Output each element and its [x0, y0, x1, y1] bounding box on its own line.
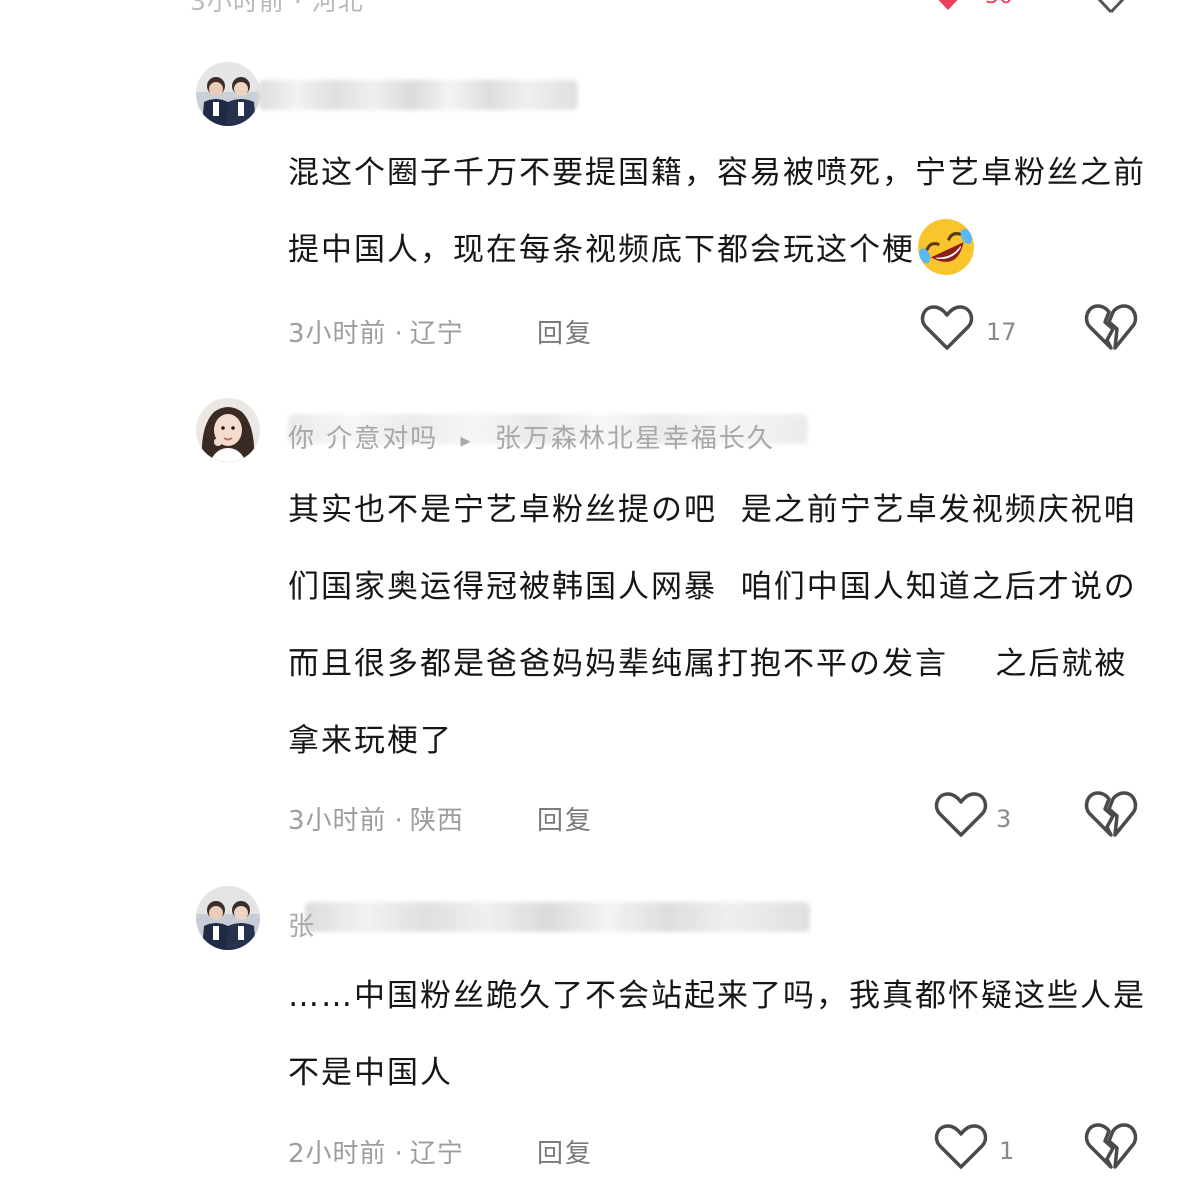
comment-text: ……中国粉丝跪久了不会站起来了吗，我真都怀疑这些人是不是中国人 [288, 978, 1146, 1091]
reply-to-username[interactable]: 张万森林北星幸福长久 [495, 424, 775, 454]
username-row: 你 介意对吗 ▸ 张万森林北星幸福长久 [288, 418, 775, 455]
like-count: 3 [996, 805, 1012, 833]
comment-meta: 3小时前 · 辽宁 [288, 319, 464, 349]
previous-comment-footer: 3小时前 · 河北 30 [0, 0, 1200, 18]
comment-text-content: 混这个圈子千万不要提国籍，容易被喷死，宁艺卓粉丝之前提中国人，现在每条视频底下都… [288, 155, 1146, 268]
rofl-emoji-icon [918, 218, 974, 275]
avatar[interactable] [196, 886, 260, 950]
comment-meta: 2小时前 · 辽宁 [288, 1139, 464, 1169]
heart-icon[interactable] [934, 1123, 988, 1171]
previous-comment-meta: 3小时前 · 河北 [190, 0, 364, 16]
timestamp: 3小时前 [288, 806, 387, 836]
username[interactable]: 张 [288, 906, 316, 943]
reply-button[interactable]: 回复 [537, 1133, 593, 1170]
broken-heart-icon[interactable] [1084, 789, 1138, 839]
comment-text: 混这个圈子千万不要提国籍，容易被喷死，宁艺卓粉丝之前提中国人，现在每条视频底下都… [288, 135, 1148, 289]
heart-icon[interactable] [920, 304, 974, 352]
username[interactable]: 你 介意对吗 [288, 424, 438, 454]
reply-arrow-icon: ▸ [460, 428, 473, 452]
username-blurred [258, 80, 578, 110]
location: 辽宁 [409, 1139, 464, 1169]
reply-button[interactable]: 回复 [537, 313, 593, 350]
heart-icon[interactable] [934, 791, 988, 839]
timestamp: 3小时前 [288, 319, 387, 349]
timestamp: 2小时前 [288, 1139, 387, 1169]
broken-heart-icon[interactable] [1088, 0, 1134, 14]
reply-button[interactable]: 回复 [537, 800, 593, 837]
heart-filled-icon[interactable] [928, 0, 968, 10]
avatar[interactable] [196, 62, 260, 126]
location: 陕西 [409, 806, 464, 836]
previous-like-count: 30 [985, 0, 1013, 9]
comment-meta: 3小时前 · 陕西 [288, 806, 464, 836]
broken-heart-icon[interactable] [1084, 302, 1138, 352]
avatar[interactable] [196, 398, 260, 462]
like-count: 1 [999, 1137, 1015, 1165]
location: 辽宁 [409, 319, 464, 349]
username-blurred [305, 902, 810, 932]
broken-heart-icon[interactable] [1084, 1121, 1138, 1171]
like-count: 17 [986, 318, 1017, 346]
comment-text: 其实也不是宁艺卓粉丝提の吧 是之前宁艺卓发视频庆祝咱们国家奥运得冠被韩国人网暴 … [288, 492, 1161, 759]
